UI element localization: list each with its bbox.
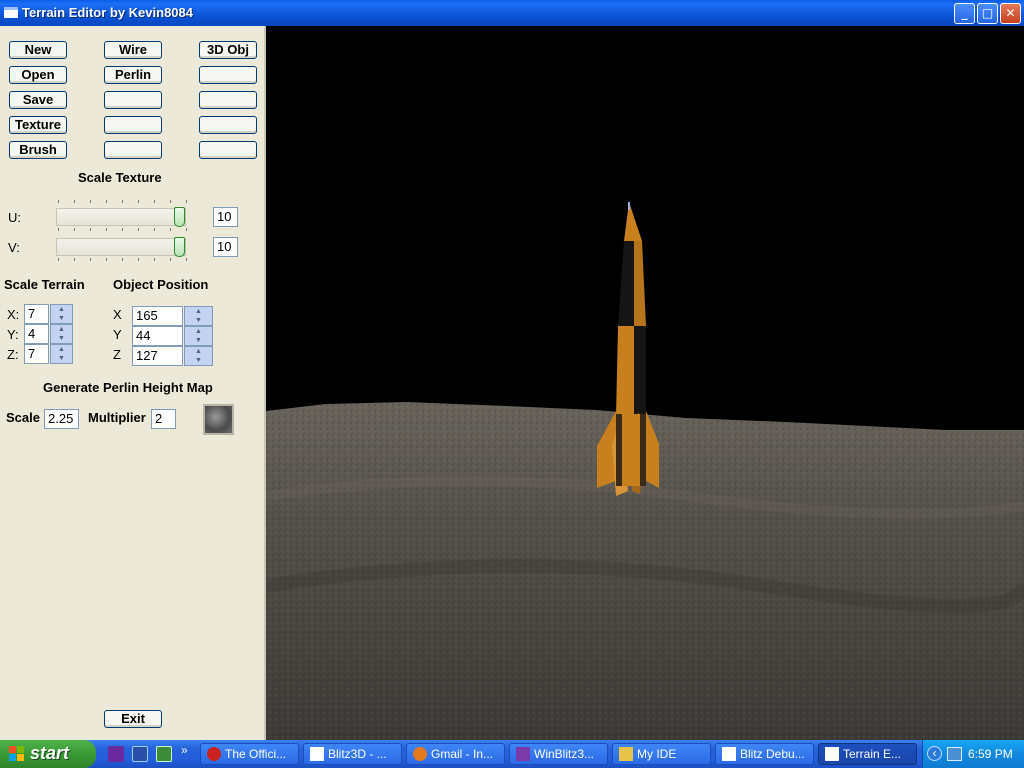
- blank-button-2-4[interactable]: [104, 116, 162, 134]
- object-z-label: Z: [113, 347, 121, 362]
- task-winblitz3[interactable]: WinBlitz3...: [509, 743, 608, 765]
- perlin-multiplier-field[interactable]: 2: [151, 409, 176, 429]
- save-button[interactable]: Save: [9, 91, 67, 109]
- task-my-ide[interactable]: My IDE: [612, 743, 711, 765]
- start-button[interactable]: start: [0, 740, 96, 768]
- quicklaunch-app-icon-1[interactable]: [108, 746, 124, 762]
- object-x-label: X: [113, 307, 122, 322]
- system-tray: ‹ 6:59 PM: [922, 740, 1024, 768]
- windows-logo-icon: [9, 746, 25, 762]
- rocket-model: [597, 202, 659, 496]
- object-z-field[interactable]: 127: [132, 346, 183, 366]
- terrain-y-field[interactable]: 4: [24, 324, 49, 344]
- v-slider-ticks-bottom: [58, 258, 188, 261]
- object-y-field[interactable]: 44: [132, 326, 183, 346]
- terrain-x-field[interactable]: 7: [24, 304, 49, 324]
- blank-button-3-5[interactable]: [199, 141, 257, 159]
- v-slider[interactable]: [56, 237, 186, 257]
- v-slider-thumb[interactable]: [174, 237, 185, 257]
- control-panel: New Open Save Texture Brush Wire Perlin …: [0, 26, 266, 740]
- blank-button-3-3[interactable]: [199, 91, 257, 109]
- blank-button-3-2[interactable]: [199, 66, 257, 84]
- title-bar[interactable]: Terrain Editor by Kevin8084 _ □ ✕: [0, 0, 1024, 26]
- task-blitz3d[interactable]: Blitz3D - ...: [303, 743, 402, 765]
- perlin-heading: Generate Perlin Height Map: [43, 380, 213, 395]
- u-label: U:: [8, 210, 21, 225]
- terrain-y-spinner[interactable]: ▲ ▼: [50, 324, 73, 344]
- app-icon: [4, 7, 18, 18]
- scale-texture-heading: Scale Texture: [78, 170, 162, 185]
- blank-button-2-5[interactable]: [104, 141, 162, 159]
- wire-button[interactable]: Wire: [104, 41, 162, 59]
- viewport-scene: [266, 202, 1024, 740]
- u-slider[interactable]: [56, 207, 186, 227]
- window-title: Terrain Editor by Kevin8084: [22, 5, 193, 20]
- perlin-scale-label: Scale: [6, 410, 40, 425]
- open-button[interactable]: Open: [9, 66, 67, 84]
- task-gmail[interactable]: Gmail - In...: [406, 743, 505, 765]
- u-slider-thumb[interactable]: [174, 207, 185, 227]
- task-the-official[interactable]: The Offici...: [200, 743, 299, 765]
- task-terrain-editor[interactable]: Terrain E...: [818, 743, 917, 765]
- scale-terrain-heading: Scale Terrain: [4, 277, 85, 292]
- tray-expand-icon[interactable]: ‹: [927, 746, 942, 761]
- u-value-field[interactable]: 10: [213, 207, 238, 227]
- maximize-button[interactable]: □: [977, 3, 998, 24]
- exit-button[interactable]: Exit: [104, 710, 162, 728]
- object-y-label: Y: [113, 327, 122, 342]
- v-label: V:: [8, 240, 20, 255]
- object-y-spinner[interactable]: ▲ ▼: [184, 326, 213, 346]
- terrain-z-field[interactable]: 7: [24, 344, 49, 364]
- clock[interactable]: 6:59 PM: [968, 747, 1013, 761]
- blank-button-3-4[interactable]: [199, 116, 257, 134]
- quicklaunch-overflow-icon[interactable]: »: [181, 743, 188, 757]
- object-x-spinner[interactable]: ▲ ▼: [184, 306, 213, 326]
- object-position-heading: Object Position: [113, 277, 209, 292]
- close-button[interactable]: ✕: [1000, 3, 1021, 24]
- u-slider-ticks: [58, 200, 188, 203]
- network-icon[interactable]: [947, 747, 962, 761]
- perlin-scale-field[interactable]: 2.25: [44, 409, 79, 429]
- texture-button[interactable]: Texture: [9, 116, 67, 134]
- 3d-obj-button[interactable]: 3D Obj: [199, 41, 257, 59]
- perlin-preview-button[interactable]: [203, 404, 234, 435]
- terrain-y-label: Y:: [7, 327, 19, 342]
- terrain-x-spinner[interactable]: ▲ ▼: [50, 304, 73, 324]
- terrain-z-spinner[interactable]: ▲ ▼: [50, 344, 73, 364]
- minimize-button[interactable]: _: [954, 3, 975, 24]
- new-button[interactable]: New: [9, 41, 67, 59]
- v-value-field[interactable]: 10: [213, 237, 238, 257]
- brush-button[interactable]: Brush: [9, 141, 67, 159]
- perlin-multiplier-label: Multiplier: [88, 410, 146, 425]
- perlin-button[interactable]: Perlin: [104, 66, 162, 84]
- taskbar: start » The Offici... Blitz3D - ... Gmai…: [0, 740, 1024, 768]
- object-z-spinner[interactable]: ▲ ▼: [184, 346, 213, 366]
- quicklaunch-app-icon-2[interactable]: [132, 746, 148, 762]
- terrain-z-label: Z:: [7, 347, 19, 362]
- object-x-field[interactable]: 165: [132, 306, 183, 326]
- 3d-viewport[interactable]: [266, 26, 1024, 740]
- terrain-x-label: X:: [7, 307, 20, 322]
- task-blitz-debug[interactable]: Blitz Debu...: [715, 743, 814, 765]
- blank-button-2-3[interactable]: [104, 91, 162, 109]
- start-label: start: [30, 743, 70, 763]
- quicklaunch-app-icon-3[interactable]: [156, 746, 172, 762]
